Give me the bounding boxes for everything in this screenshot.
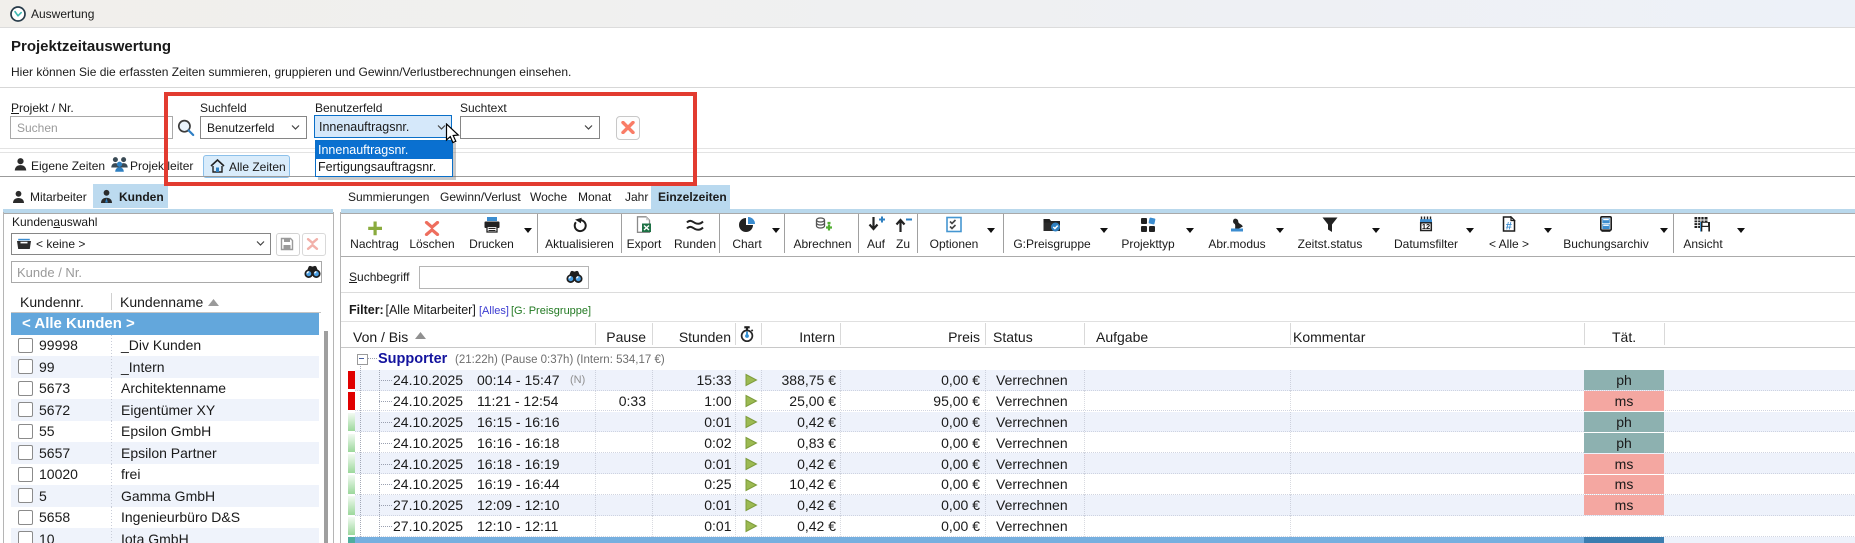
svg-text:12: 12 xyxy=(1422,222,1430,231)
svg-text:#: # xyxy=(1506,220,1512,232)
